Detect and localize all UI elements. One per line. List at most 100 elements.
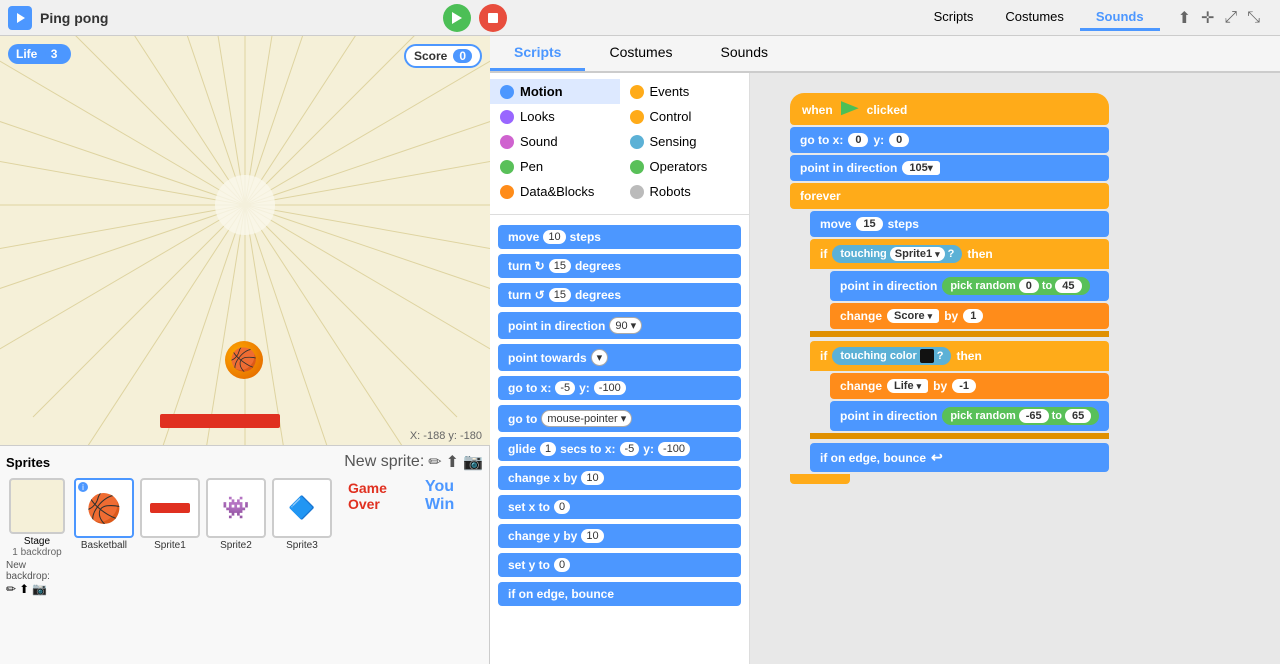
sunburst-decoration — [0, 36, 490, 446]
upload-sprite-button[interactable]: ⬆ — [446, 452, 459, 472]
edge-bounce-block[interactable]: if on edge, bounce ↩ — [810, 443, 1109, 472]
category-events[interactable]: Events — [620, 79, 750, 104]
block-turn-ccw[interactable]: turn ↺ 15 degrees — [498, 283, 741, 307]
touching-sprite1-block[interactable]: touching Sprite1 ▾ ? — [832, 245, 962, 263]
upload-backdrop-button[interactable]: ⬆ — [19, 582, 29, 596]
goto-y-val[interactable]: 0 — [889, 133, 909, 147]
block-goto-x-input[interactable]: -5 — [555, 381, 575, 395]
life-by-val[interactable]: -1 — [952, 379, 976, 393]
block-goto-y-input[interactable]: -100 — [594, 381, 626, 395]
paint-sprite-button[interactable]: ✏ — [428, 452, 441, 472]
block-glide-y[interactable]: -100 — [658, 442, 690, 456]
expand-icon[interactable]: ⤢ — [1224, 9, 1237, 27]
if-color-header[interactable]: if touching color ? then — [810, 341, 1109, 371]
score-label: Score — [414, 49, 447, 63]
when-flag-clicked-block[interactable]: when clicked — [790, 93, 1109, 125]
move-steps-block[interactable]: move 15 steps — [810, 211, 1109, 237]
score-by-val[interactable]: 1 — [963, 309, 983, 323]
block-point-towards[interactable]: point towards ▾ — [498, 344, 741, 371]
block-move-input[interactable]: 10 — [543, 230, 565, 244]
tab-costumes[interactable]: Costumes — [989, 5, 1080, 31]
scripts-area: when clicked go to x: 0 y: 0 point in di… — [750, 73, 1280, 664]
forever-block[interactable]: forever — [790, 183, 1109, 209]
tab-sounds[interactable]: Sounds — [1080, 5, 1160, 31]
pick-random1-block[interactable]: pick random 0 to 45 — [942, 277, 1089, 295]
block-glide-secs[interactable]: 1 — [540, 442, 556, 456]
block-change-y[interactable]: change y by 10 — [498, 524, 741, 548]
change-life-block[interactable]: change Life ▾ by -1 — [830, 373, 1109, 399]
block-goto-target-input[interactable]: mouse-pointer ▾ — [541, 410, 632, 427]
sprite-item-sprite3[interactable]: 🔷 Sprite3 — [272, 478, 332, 551]
then1-label: then — [967, 247, 992, 261]
life-dropdown[interactable]: Life ▾ — [887, 379, 928, 393]
color-swatch[interactable] — [920, 349, 934, 363]
category-data-blocks[interactable]: Data&Blocks — [490, 179, 620, 204]
block-change-x[interactable]: change x by 10 — [498, 466, 741, 490]
pick-random1-to[interactable]: 45 — [1055, 279, 1081, 293]
category-pen[interactable]: Pen — [490, 154, 620, 179]
basketball-label: Basketball — [81, 540, 127, 551]
point-random1-block[interactable]: point in direction pick random 0 to 45 — [830, 271, 1109, 301]
block-turn-ccw-input[interactable]: 15 — [549, 288, 571, 302]
block-set-x[interactable]: set x to 0 — [498, 495, 741, 519]
camera-backdrop-button[interactable]: 📷 — [32, 582, 47, 596]
point-dir-val[interactable]: 105▾ — [902, 161, 939, 175]
block-turn-cw-input[interactable]: 15 — [549, 259, 571, 273]
score-dropdown[interactable]: Score ▾ — [887, 309, 939, 323]
block-change-x-input[interactable]: 10 — [581, 471, 603, 485]
stage-thumbnail[interactable]: Stage 1 backdrop New backdrop: ✏ ⬆ 📷 — [6, 478, 68, 596]
block-set-x-input[interactable]: 0 — [554, 500, 570, 514]
paint-backdrop-button[interactable]: ✏ — [6, 582, 16, 596]
block-goto-xy[interactable]: go to x: -5 y: -100 — [498, 376, 741, 400]
if-sprite1-header[interactable]: if touching Sprite1 ▾ ? then — [810, 239, 1109, 269]
block-goto-target[interactable]: go to mouse-pointer ▾ — [498, 405, 741, 432]
tab-scripts-main[interactable]: Scripts — [490, 36, 585, 71]
block-point-towards-input[interactable]: ▾ — [591, 349, 609, 366]
tab-costumes-main[interactable]: Costumes — [585, 36, 696, 71]
sound-label: Sound — [520, 134, 558, 149]
move-val[interactable]: 15 — [856, 217, 882, 231]
category-control[interactable]: Control — [620, 104, 750, 129]
block-edge-bounce[interactable]: if on edge, bounce — [498, 582, 741, 606]
category-sensing[interactable]: Sensing — [620, 129, 750, 154]
category-motion[interactable]: Motion — [490, 79, 620, 104]
category-operators[interactable]: Operators — [620, 154, 750, 179]
block-glide[interactable]: glide 1 secs to x: -5 y: -100 — [498, 437, 741, 461]
block-point-direction[interactable]: point in direction 90 ▾ — [498, 312, 741, 339]
move-icon[interactable]: ✛ — [1201, 8, 1214, 28]
sprite-item-sprite1[interactable]: Sprite1 — [140, 478, 200, 551]
red-stop-button[interactable] — [479, 4, 507, 32]
goto-xy-block[interactable]: go to x: 0 y: 0 — [790, 127, 1109, 153]
pick-random2-to[interactable]: 65 — [1065, 409, 1091, 423]
block-point-dir-input[interactable]: 90 ▾ — [609, 317, 642, 334]
if-sprite1-body: point in direction pick random 0 to 45 — [830, 271, 1109, 329]
sprite-item-basketball[interactable]: i 🏀 Basketball — [74, 478, 134, 551]
block-turn-cw[interactable]: turn ↻ 15 degrees — [498, 254, 741, 278]
category-robots[interactable]: Robots — [620, 179, 750, 204]
goto-x-val[interactable]: 0 — [848, 133, 868, 147]
block-set-y[interactable]: set y to 0 — [498, 553, 741, 577]
green-flag-button[interactable] — [443, 4, 471, 32]
point-direction-block[interactable]: point in direction 105▾ — [790, 155, 1109, 181]
pick-random2-from[interactable]: -65 — [1019, 409, 1049, 423]
block-change-y-input[interactable]: 10 — [581, 529, 603, 543]
shrink-icon[interactable]: ⤡ — [1247, 9, 1260, 27]
pick-random1-from[interactable]: 0 — [1019, 279, 1039, 293]
touching-sprite1-dropdown[interactable]: Sprite1 ▾ — [890, 247, 945, 261]
block-move[interactable]: move 10 steps — [498, 225, 741, 249]
point-random2-block[interactable]: point in direction pick random -65 to 65 — [830, 401, 1109, 431]
sprite-item-sprite2[interactable]: 👾 Sprite2 — [206, 478, 266, 551]
block-set-y-input[interactable]: 0 — [554, 558, 570, 572]
change-score-block[interactable]: change Score ▾ by 1 — [830, 303, 1109, 329]
tab-scripts[interactable]: Scripts — [918, 5, 990, 31]
category-sound[interactable]: Sound — [490, 129, 620, 154]
stage-name-label: Stage — [24, 536, 50, 547]
block-glide-x[interactable]: -5 — [620, 442, 640, 456]
tab-sounds-main[interactable]: Sounds — [697, 36, 792, 71]
camera-sprite-button[interactable]: 📷 — [463, 452, 483, 472]
category-looks[interactable]: Looks — [490, 104, 620, 129]
touching-color-block[interactable]: touching color ? — [832, 347, 951, 365]
upload-icon[interactable]: ⬆ — [1178, 8, 1191, 28]
sprite3-label: Sprite3 — [286, 540, 318, 551]
pick-random2-block[interactable]: pick random -65 to 65 — [942, 407, 1099, 425]
